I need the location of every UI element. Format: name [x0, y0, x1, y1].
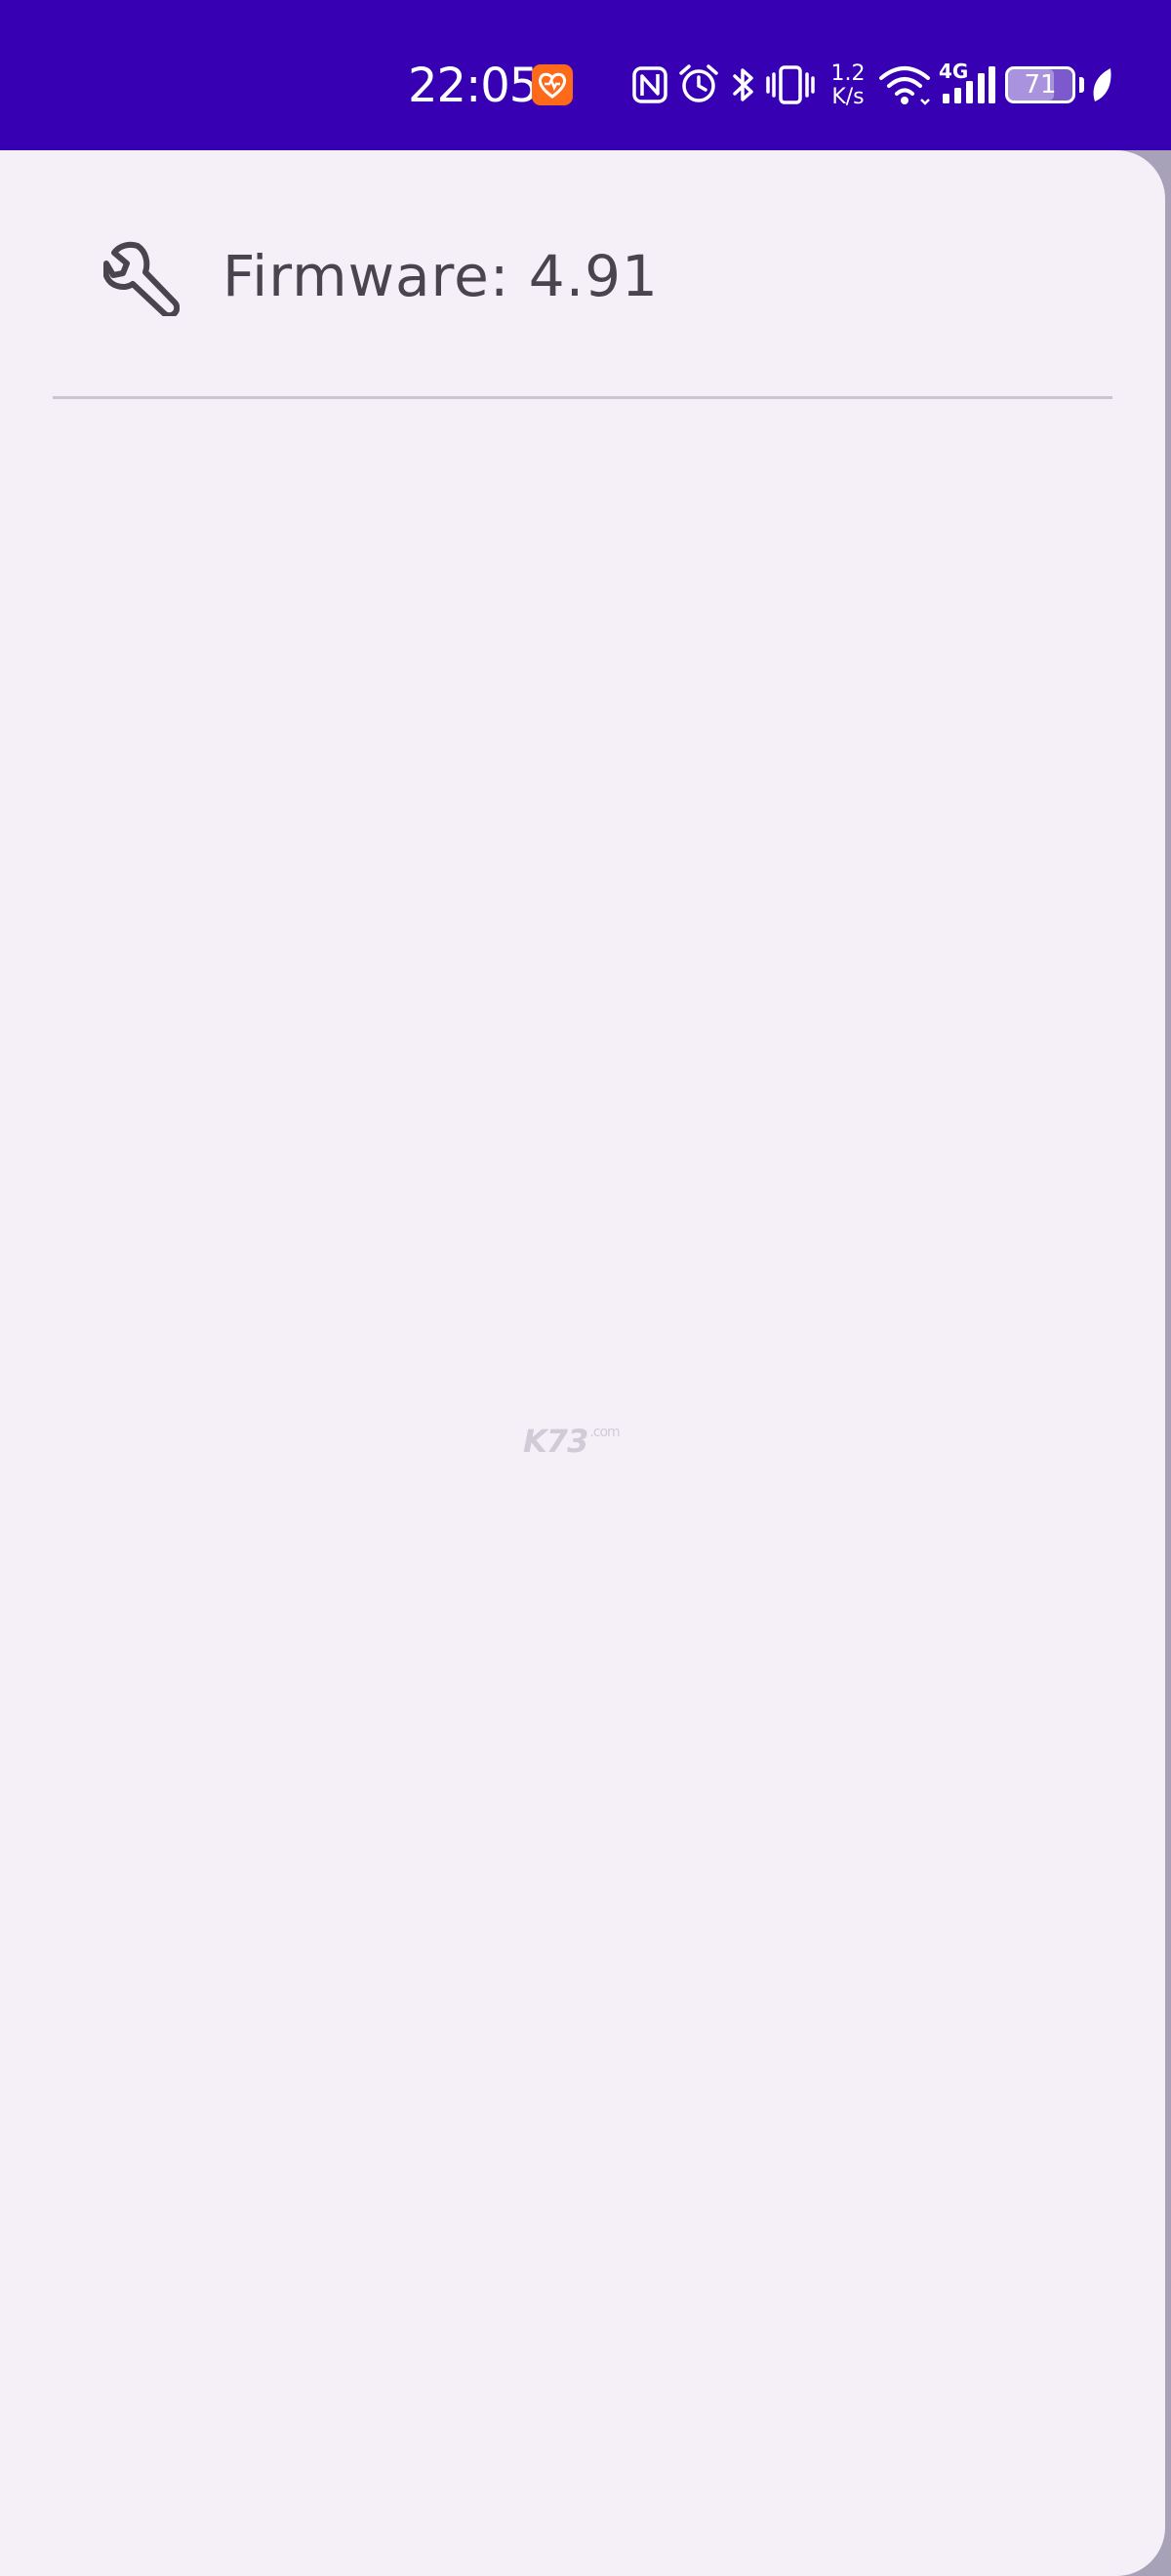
network-speed-value: 1.2	[830, 61, 866, 86]
firmware-item: Firmware: 4.91	[0, 150, 1165, 396]
cellular-signal-icon	[943, 66, 995, 103]
alarm-icon	[679, 64, 718, 102]
wrench-icon	[103, 241, 180, 316]
wifi-icon	[879, 66, 930, 105]
battery-icon: 71	[1005, 66, 1075, 103]
status-bar: 22:05 1.2 K/s 4G 71	[0, 0, 1171, 150]
navigation-drawer: Firmware: 4.91 K73 .com	[0, 150, 1165, 2576]
watermark-logo: K73 .com	[523, 1423, 621, 1460]
vibrate-icon	[766, 65, 815, 104]
battery-tip	[1079, 77, 1084, 93]
bluetooth-icon	[733, 68, 753, 101]
network-speed-unit: K/s	[831, 85, 865, 109]
firmware-label: Firmware: 4.91	[222, 243, 659, 309]
watermark-brand: K73	[523, 1423, 588, 1460]
network-speed: 1.2 K/s	[828, 62, 868, 109]
divider	[53, 396, 1112, 399]
nfc-icon	[632, 66, 667, 103]
status-time: 22:05	[408, 59, 539, 113]
battery-level: 71	[1024, 70, 1057, 100]
watermark-sub: .com	[589, 1425, 620, 1440]
health-app-icon	[532, 64, 573, 105]
leaf-icon	[1093, 68, 1111, 101]
